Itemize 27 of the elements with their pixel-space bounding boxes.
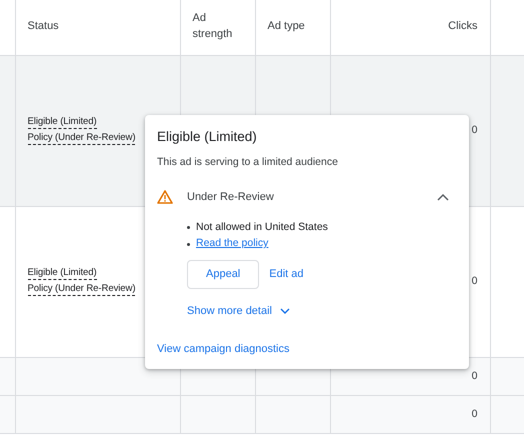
diagnostics-link[interactable]: View campaign diagnostics <box>157 340 290 357</box>
status-text[interactable]: Policy (Under Re-Review) <box>28 283 136 296</box>
clicks-value: 0 <box>472 370 478 382</box>
column-header[interactable]: Ad strength <box>192 11 242 44</box>
column-header[interactable]: Ad type <box>268 19 318 36</box>
column-header[interactable]: Clicks <box>448 19 478 36</box>
appeal-button[interactable]: Appeal <box>187 260 260 288</box>
bullet-icon <box>187 226 190 229</box>
clicks-value: 0 <box>472 275 478 288</box>
issue-header[interactable]: Under Re-Review <box>157 189 457 206</box>
clicks-value: 0 <box>472 408 478 420</box>
status-text[interactable]: Eligible (Limited) <box>28 267 97 280</box>
clicks-value: 0 <box>472 124 478 136</box>
status-text[interactable]: Eligible (Limited) <box>28 116 97 129</box>
status-text[interactable]: Policy (Under Re-Review) <box>28 132 136 145</box>
show-more-link[interactable]: Show more detail <box>187 302 290 319</box>
popup-subtitle: This ad is serving to a limited audience <box>157 155 339 170</box>
warning-icon <box>157 190 173 204</box>
policy-link[interactable]: Read the policy <box>196 236 268 252</box>
issue-title: Under Re-Review <box>187 190 274 205</box>
edit-ad-button[interactable]: Edit ad <box>269 266 304 282</box>
bullet-text: Not allowed in United States <box>196 220 328 234</box>
chevron-up-icon[interactable] <box>437 193 449 202</box>
bullet-icon <box>187 242 190 246</box>
popup-title: Eligible (Limited) <box>157 128 258 146</box>
column-header[interactable]: Status <box>28 19 168 36</box>
chevron-down-icon[interactable] <box>280 308 290 314</box>
